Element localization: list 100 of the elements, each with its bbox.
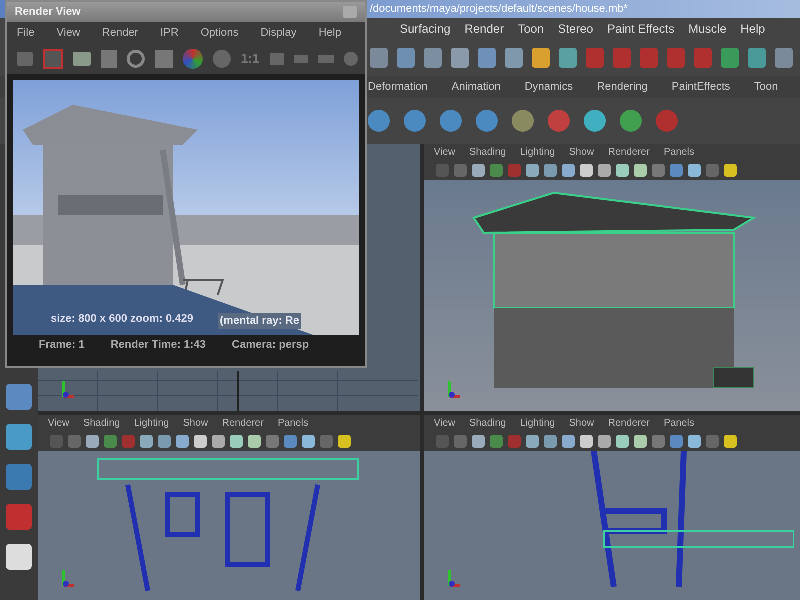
- menu-item[interactable]: Render: [464, 20, 504, 38]
- panel-tool-icon[interactable]: [338, 434, 351, 448]
- shelf-tab[interactable]: Animation: [452, 78, 501, 96]
- shelf-icon[interactable]: [440, 110, 462, 132]
- panel-menu-item[interactable]: View: [434, 144, 456, 160]
- panel-tool-icon[interactable]: [230, 434, 243, 448]
- panel-menu-item[interactable]: Panels: [664, 144, 695, 160]
- panel-tool-icon[interactable]: [670, 164, 683, 176]
- panel-tool-icon[interactable]: [616, 434, 629, 448]
- panel-tool-icon[interactable]: [598, 164, 611, 176]
- shelf-icon[interactable]: [505, 48, 523, 68]
- shelf-icon[interactable]: [620, 110, 642, 132]
- panel-menu-item[interactable]: Lighting: [520, 416, 556, 430]
- tool-icon[interactable]: [6, 544, 32, 570]
- shelf-tab[interactable]: Toon: [754, 78, 778, 96]
- panel-menu-item[interactable]: Renderer: [608, 144, 650, 160]
- panel-tool-icon[interactable]: [176, 434, 189, 448]
- panel-menu-item[interactable]: View: [48, 416, 70, 430]
- shelf-icon[interactable]: [512, 110, 534, 132]
- panel-menu-item[interactable]: View: [434, 416, 456, 430]
- panel-tool-icon[interactable]: [544, 434, 557, 448]
- shelf-icon[interactable]: [370, 48, 388, 68]
- panel-tool-icon[interactable]: [670, 434, 683, 448]
- shelf-icon[interactable]: [548, 110, 570, 132]
- panel-menu-item[interactable]: Show: [183, 416, 208, 430]
- panel-tool-icon[interactable]: [526, 164, 539, 176]
- panel-tool-icon[interactable]: [248, 434, 261, 448]
- panel-tool-icon[interactable]: [724, 164, 737, 176]
- panel-tool-icon[interactable]: [526, 434, 539, 448]
- render-button[interactable]: [43, 49, 63, 69]
- panel-menu-item[interactable]: Renderer: [222, 416, 264, 430]
- tool-icon[interactable]: [6, 464, 32, 490]
- shelf-icon[interactable]: [476, 110, 498, 132]
- shelf-tab[interactable]: PaintEffects: [672, 78, 730, 96]
- panel-tool-icon[interactable]: [158, 434, 171, 448]
- panel-tool-icon[interactable]: [688, 434, 701, 448]
- panel-tool-icon[interactable]: [472, 434, 485, 448]
- menu-item[interactable]: Surfacing: [400, 20, 451, 38]
- panel-menu-item[interactable]: Panels: [664, 416, 695, 430]
- shelf-tab[interactable]: Dynamics: [524, 78, 574, 96]
- shelf-tab[interactable]: Rendering: [597, 78, 648, 96]
- panel-tool-icon[interactable]: [212, 434, 225, 448]
- shelf-icon[interactable]: [584, 110, 606, 132]
- tool-icon[interactable]: [6, 504, 32, 530]
- panel-tool-icon[interactable]: [472, 164, 485, 176]
- toolbar-icon[interactable]: [270, 53, 284, 65]
- shelf-icon[interactable]: [397, 48, 415, 68]
- menu-item[interactable]: Display: [260, 24, 297, 42]
- menu-item[interactable]: Help: [740, 20, 766, 38]
- panel-tool-icon[interactable]: [140, 434, 153, 448]
- panel-menu-item[interactable]: Renderer: [608, 416, 650, 430]
- panel-menu-item[interactable]: Shading: [470, 416, 506, 430]
- panel-menu-item[interactable]: Show: [569, 144, 594, 160]
- shelf-icon[interactable]: [748, 48, 766, 68]
- toolbar-icon[interactable]: [344, 52, 358, 66]
- menu-item[interactable]: Muscle: [688, 20, 727, 38]
- panel-tool-icon[interactable]: [634, 164, 647, 176]
- menu-item[interactable]: View: [56, 24, 80, 42]
- shelf-icon[interactable]: [451, 48, 469, 68]
- panel-tool-icon[interactable]: [598, 434, 611, 448]
- menu-item[interactable]: Help: [318, 24, 342, 42]
- menu-item[interactable]: Paint Effects: [607, 20, 675, 38]
- panel-menu-item[interactable]: Lighting: [134, 416, 170, 430]
- tool-icon[interactable]: [6, 384, 32, 410]
- menu-item[interactable]: Render: [102, 24, 138, 42]
- tool-icon[interactable]: [6, 424, 32, 450]
- panel-menu-item[interactable]: Lighting: [520, 144, 556, 160]
- shelf-icon[interactable]: [404, 110, 426, 132]
- menu-item[interactable]: IPR: [160, 24, 179, 42]
- shelf-icon[interactable]: [721, 48, 739, 68]
- panel-tool-icon[interactable]: [562, 164, 575, 176]
- shelf-icon[interactable]: [368, 110, 390, 132]
- menu-item[interactable]: Stereo: [558, 20, 594, 38]
- panel-tool-icon[interactable]: [302, 434, 315, 448]
- menu-item[interactable]: Toon: [518, 20, 544, 38]
- menu-item[interactable]: File: [17, 24, 35, 42]
- panel-tool-icon[interactable]: [580, 164, 593, 176]
- shelf-icon[interactable]: [775, 48, 793, 68]
- toolbar-icon[interactable]: [318, 55, 334, 63]
- color-channels-icon[interactable]: [183, 49, 203, 69]
- panel-menu-item[interactable]: Shading: [84, 416, 120, 430]
- panel-tool-icon[interactable]: [616, 164, 629, 176]
- panel-tool-icon[interactable]: [634, 434, 647, 448]
- panel-tool-icon[interactable]: [580, 434, 593, 448]
- panel-menu-item[interactable]: Show: [569, 416, 594, 430]
- shelf-icon[interactable]: [532, 48, 550, 68]
- shelf-tab[interactable]: Deformation: [368, 78, 428, 96]
- panel-tool-icon[interactable]: [724, 434, 737, 448]
- panel-tool-icon[interactable]: [284, 434, 297, 448]
- panel-tool-icon[interactable]: [544, 164, 557, 176]
- shelf-icon[interactable]: [559, 48, 577, 68]
- shelf-icon[interactable]: [424, 48, 442, 68]
- panel-tool-icon[interactable]: [86, 434, 99, 448]
- toolbar-icon[interactable]: [294, 55, 308, 63]
- menu-item[interactable]: Options: [200, 24, 239, 42]
- panel-menu-item[interactable]: Panels: [278, 416, 309, 430]
- shelf-icon[interactable]: [478, 48, 496, 68]
- panel-menu-item[interactable]: Shading: [470, 144, 506, 160]
- panel-tool-icon[interactable]: [562, 434, 575, 448]
- panel-tool-icon[interactable]: [688, 164, 701, 176]
